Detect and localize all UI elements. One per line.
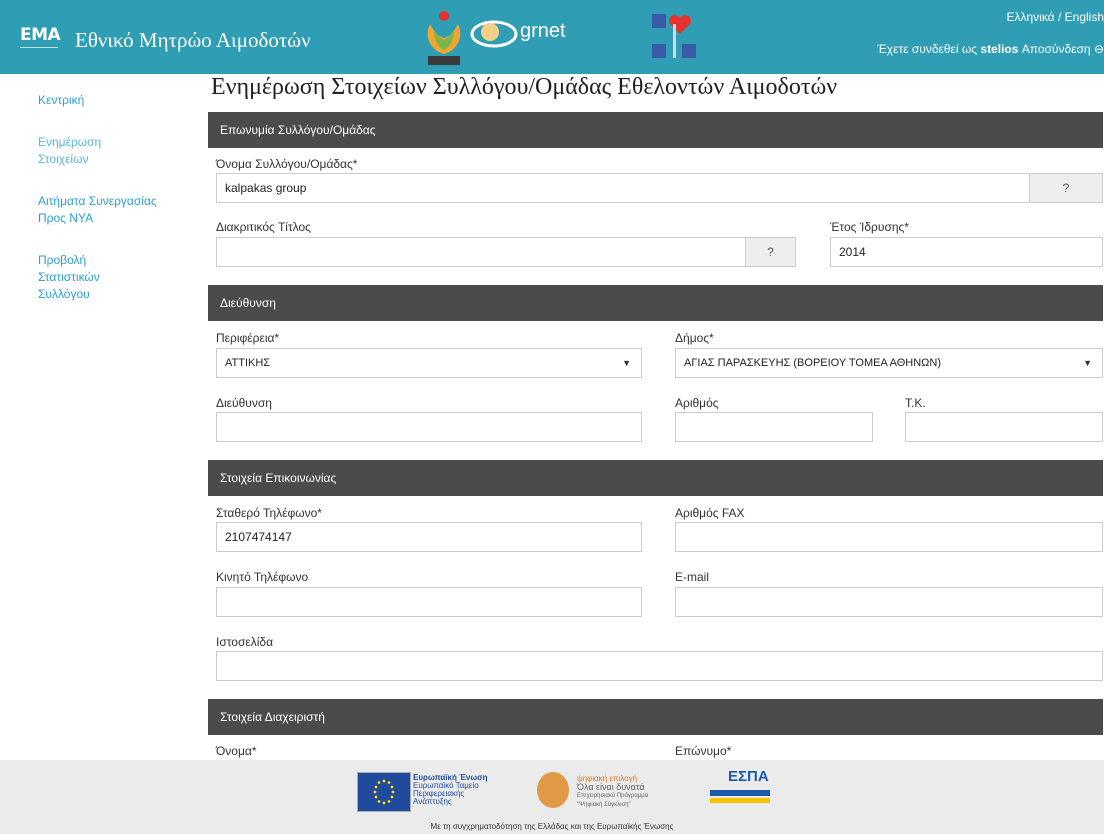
grnet-logo: grnet — [470, 14, 620, 54]
espa-logo: ΕΣΠΑ — [710, 768, 770, 808]
digital-convergence-text: ψηφιακή επιλογή Όλα είναι δυνατά Επιχειρ… — [577, 774, 648, 810]
website-label: Ιστοσελίδα — [216, 635, 274, 649]
email-label: E-mail — [675, 570, 710, 584]
municipality-selected-value: ΑΓΙΑΣ ΠΑΡΑΣΚΕΥΗΣ (ΒΟΡΕΙΟΥ ΤΟΜΕΑ ΑΘΗΝΩΝ) — [684, 357, 942, 369]
distinctive-title-input[interactable] — [216, 237, 746, 267]
section-header-address: Διεύθυνση — [208, 285, 1103, 321]
email-input[interactable] — [675, 587, 1103, 617]
username: stelios — [980, 42, 1019, 56]
grnet-text: grnet — [520, 20, 566, 42]
founding-year-input[interactable]: 2014 — [830, 237, 1103, 267]
espa-bar — [710, 798, 770, 803]
section-header-contact: Στοιχεία Επικοινωνίας — [208, 460, 1103, 496]
ekea-logo — [420, 10, 468, 66]
ema-logo-text: ΕΜΑ — [20, 25, 61, 45]
address-input[interactable] — [216, 412, 642, 442]
espa-bar — [710, 790, 770, 796]
distinctive-title-help-button[interactable]: ? — [745, 237, 796, 267]
lang-greek-link[interactable]: Ελληνικά — [1006, 10, 1054, 24]
group-name-label: Όνομα Συλλόγου/Ομάδας* — [216, 157, 358, 171]
language-switcher: Ελληνικά / English — [1006, 10, 1104, 24]
founding-year-label: Έτος Ίδρυσης* — [830, 220, 909, 234]
landline-label: Σταθερό Τηλέφωνο* — [216, 506, 322, 520]
digital-convergence-icon — [537, 772, 569, 808]
website-input[interactable] — [216, 651, 1103, 681]
espa-text: ΕΣΠΑ — [728, 768, 769, 785]
region-label: Περιφέρεια* — [216, 331, 280, 345]
sidebar-nav: Κεντρική Ενημέρωση Στοιχείων Αιτήματα Συ… — [38, 92, 178, 328]
caret-down-icon: ▼ — [1083, 358, 1092, 368]
address-label: Διεύθυνση — [216, 396, 272, 410]
sidebar-item-statistics[interactable]: Προβολή Στατιστικών Συλλόγου — [38, 252, 118, 303]
logged-in-prefix: Έχετε συνδεθεί ως — [877, 42, 981, 56]
distinctive-title-label: Διακριτικός Τίτλος — [216, 220, 311, 234]
street-number-input[interactable] — [675, 412, 873, 442]
eu-flag-icon — [357, 772, 411, 812]
municipality-label: Δήμος* — [675, 331, 714, 345]
user-status: Έχετε συνδεθεί ως stelios Αποσύνδεση ⊖ — [877, 42, 1104, 56]
medical-logo — [652, 14, 702, 60]
ps-text-line: "Ψηφιακή Σύγκλιση" — [577, 802, 631, 808]
lang-english-link[interactable]: English — [1065, 10, 1104, 24]
page-title: Ενημέρωση Στοιχείων Συλλόγου/Ομάδας Εθελ… — [211, 74, 838, 100]
group-name-input[interactable]: kalpakas group — [216, 173, 1030, 203]
section-header-name: Επωνυμία Συλλόγου/Ομάδας — [208, 112, 1103, 148]
street-number-label: Αριθμός — [675, 396, 719, 410]
region-select[interactable]: ΑΤΤΙΚΗΣ ▼ — [216, 348, 642, 378]
ema-logo-underline — [20, 47, 58, 56]
postcode-input[interactable] — [905, 412, 1103, 442]
ps-text-line: Επιχειρησιακό Πρόγραμμα — [577, 793, 649, 799]
eu-text-line: Ανάπτυξης — [413, 797, 452, 806]
postcode-label: Τ.Κ. — [905, 396, 926, 410]
group-name-help-button[interactable]: ? — [1029, 173, 1103, 203]
caret-down-icon: ▼ — [622, 358, 631, 368]
footer: Ευρωπαϊκή Ένωση Ευρωπαϊκό Ταμείο Περιφερ… — [0, 760, 1104, 834]
landline-input[interactable]: 2107474147 — [216, 522, 642, 552]
first-name-label: Όνομα* — [216, 744, 257, 758]
top-header: ΕΜΑ Εθνικό Μητρώο Αιμοδοτών grnet Ελληνι… — [0, 0, 1104, 74]
sidebar-item-cooperation-requests[interactable]: Αιτήματα Συνεργασίας Προς ΝΥΑ — [38, 193, 158, 227]
ema-logo[interactable]: ΕΜΑ — [20, 25, 61, 59]
fax-label: Αριθμός FAX — [675, 506, 745, 520]
digital-convergence-logo: ψηφιακή επιλογή Όλα είναι δυνατά Επιχειρ… — [537, 770, 697, 814]
section-header-manager: Στοιχεία Διαχειριστή — [208, 699, 1103, 735]
municipality-select[interactable]: ΑΓΙΑΣ ΠΑΡΑΣΚΕΥΗΣ (ΒΟΡΕΙΟΥ ΤΟΜΕΑ ΑΘΗΝΩΝ) … — [675, 348, 1103, 378]
eu-text: Ευρωπαϊκή Ένωση Ευρωπαϊκό Ταμείο Περιφερ… — [413, 774, 487, 806]
ps-text-line: Όλα είναι δυνατά — [577, 782, 645, 792]
region-selected-value: ΑΤΤΙΚΗΣ — [225, 357, 271, 369]
site-title[interactable]: Εθνικό Μητρώο Αιμοδοτών — [75, 28, 311, 53]
cofunding-caption: Με τη συγχρηματοδότηση της Ελλάδας και τ… — [430, 822, 674, 831]
lang-separator: / — [1054, 10, 1065, 24]
sidebar-item-home[interactable]: Κεντρική — [38, 92, 178, 109]
mobile-label: Κινητό Τηλέφωνο — [216, 570, 309, 584]
logout-link[interactable]: Αποσύνδεση ⊖ — [1018, 42, 1104, 56]
sidebar-item-update-details[interactable]: Ενημέρωση Στοιχείων — [38, 134, 118, 168]
mobile-input[interactable] — [216, 587, 642, 617]
last-name-label: Επώνυμο* — [675, 744, 732, 758]
eu-logo: Ευρωπαϊκή Ένωση Ευρωπαϊκό Ταμείο Περιφερ… — [357, 772, 507, 812]
fax-input[interactable] — [675, 522, 1103, 552]
